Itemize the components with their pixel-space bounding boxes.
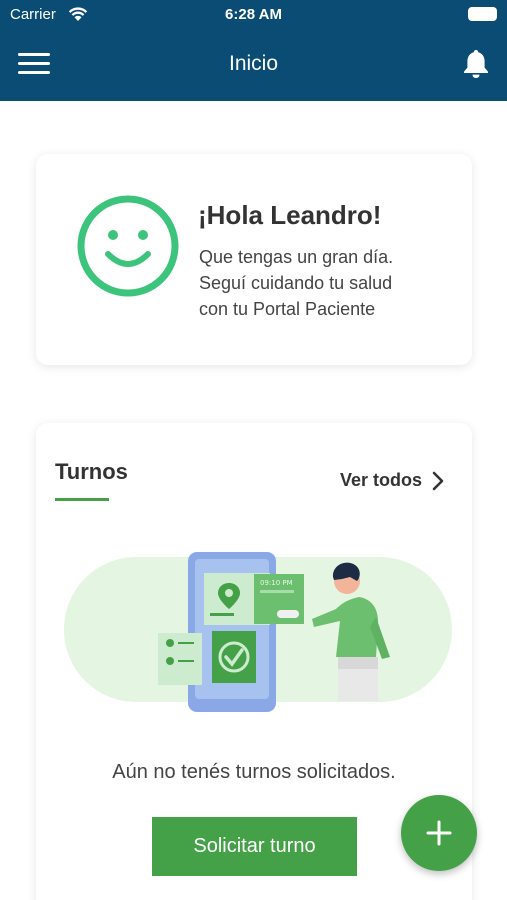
ver-todos-label: Ver todos bbox=[339, 470, 422, 490]
illustration-time: 09:10 PM bbox=[260, 579, 293, 587]
greeting-line: con tu Portal Paciente bbox=[199, 299, 376, 319]
app-header: Carrier 6:28 AM Inicio bbox=[0, 0, 507, 101]
ver-todos-link[interactable]: Ver todos bbox=[340, 470, 444, 491]
plus-icon bbox=[426, 820, 452, 846]
status-time: 6:28 AM bbox=[225, 6, 282, 23]
turnos-underline bbox=[55, 498, 109, 501]
greeting-card: ¡Hola Leandro! Que tengas un gran día. S… bbox=[36, 154, 472, 365]
greeting-line: Seguí cuidando tu salud bbox=[199, 273, 393, 293]
greeting-line: Que tengas un gran día. bbox=[199, 247, 394, 267]
greeting-title: ¡Hola Leandro! bbox=[198, 200, 382, 230]
battery-icon bbox=[468, 7, 497, 21]
greeting-message: Que tengas un gran día. Seguí cuidando t… bbox=[199, 244, 459, 322]
add-fab-button[interactable] bbox=[401, 795, 477, 871]
empty-state-message: Aún no tenés turnos solicitados. bbox=[112, 761, 396, 783]
bell-icon[interactable] bbox=[462, 48, 490, 80]
status-bar: Carrier 6:28 AM bbox=[0, 0, 507, 30]
page-title: Inicio bbox=[228, 52, 279, 75]
solicitar-turno-button[interactable]: Solicitar turno bbox=[152, 817, 357, 876]
turnos-title: Turnos bbox=[55, 459, 128, 484]
appointments-illustration: 09:10 PM bbox=[64, 552, 452, 712]
chevron-right-icon bbox=[432, 471, 444, 490]
smiley-icon bbox=[77, 195, 179, 297]
